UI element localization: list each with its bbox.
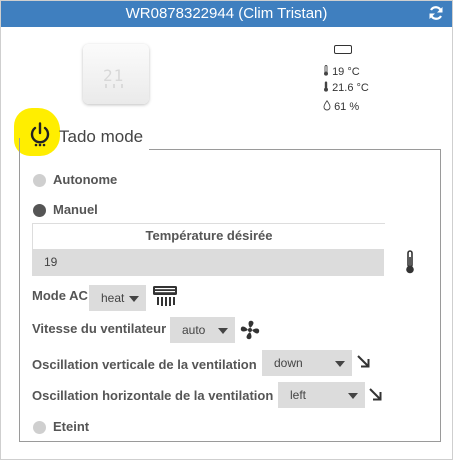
thermostat-device-image: 21 — [83, 44, 149, 104]
swing-vertical-label: Oscillation verticale de la ventilation — [32, 357, 257, 372]
current-temperature: 21.6 °C — [332, 82, 369, 94]
arrow-down-right-icon — [357, 355, 370, 368]
radio-manuel[interactable] — [33, 204, 46, 217]
thermometer-icon — [406, 250, 414, 274]
fan-icon — [240, 320, 260, 340]
humidity-value: 61 % — [334, 101, 360, 113]
swing-horizontal-label: Oscillation horizontale de la ventilatio… — [32, 388, 274, 403]
humidity-row: 61 % — [323, 100, 359, 113]
temperature-label: Température désirée — [32, 223, 385, 250]
arrow-down-right-icon — [369, 388, 382, 401]
air-conditioner-icon — [153, 286, 177, 306]
panel-divider — [149, 149, 440, 150]
device-display: 21 — [103, 66, 125, 85]
mode-ac-label: Mode AC — [32, 288, 88, 303]
manuel-label[interactable]: Manuel — [53, 202, 98, 217]
chevron-down-icon — [335, 361, 345, 367]
radio-eteint[interactable] — [33, 421, 46, 434]
eteint-label[interactable]: Eteint — [53, 419, 89, 434]
humidity-drop-icon — [323, 100, 331, 111]
widget-title[interactable]: WR0878322944 (Clim Tristan) — [1, 5, 452, 22]
autonome-label[interactable]: Autonome — [53, 172, 117, 187]
thermometer-small-icon — [324, 65, 328, 76]
chevron-down-icon — [129, 296, 139, 302]
refresh-icon[interactable] — [428, 5, 444, 21]
temperature-input[interactable]: 19 — [32, 249, 384, 276]
fan-speed-value: auto — [182, 323, 206, 337]
thermometer-full-icon — [324, 81, 328, 92]
tado-widget: WR0878322944 (Clim Tristan) 21 19 °C 21.… — [0, 0, 453, 460]
power-icon[interactable] — [29, 122, 51, 148]
device-led — [113, 84, 115, 88]
battery-icon — [334, 45, 352, 54]
fan-speed-select[interactable]: auto — [170, 317, 235, 343]
target-temperature: 19 °C — [332, 66, 360, 78]
current-temperature-row: 21.6 °C — [323, 81, 369, 94]
swing-horizontal-value: left — [290, 388, 307, 402]
widget-header: WR0878322944 (Clim Tristan) — [1, 1, 452, 27]
chevron-down-icon — [348, 393, 358, 399]
fan-speed-label: Vitesse du ventilateur — [32, 321, 167, 336]
chevron-down-icon — [218, 328, 228, 334]
mode-ac-select[interactable]: heat — [89, 285, 146, 311]
device-led — [121, 84, 123, 88]
tado-mode-title: Tado mode — [59, 127, 144, 146]
mode-ac-value: heat — [101, 291, 125, 305]
radio-autonome[interactable] — [33, 174, 46, 187]
swing-horizontal-select[interactable]: left — [278, 382, 365, 408]
swing-vertical-value: down — [274, 356, 303, 370]
target-temperature-row: 19 °C — [323, 65, 360, 78]
swing-vertical-select[interactable]: down — [262, 350, 352, 376]
device-led — [105, 84, 107, 88]
